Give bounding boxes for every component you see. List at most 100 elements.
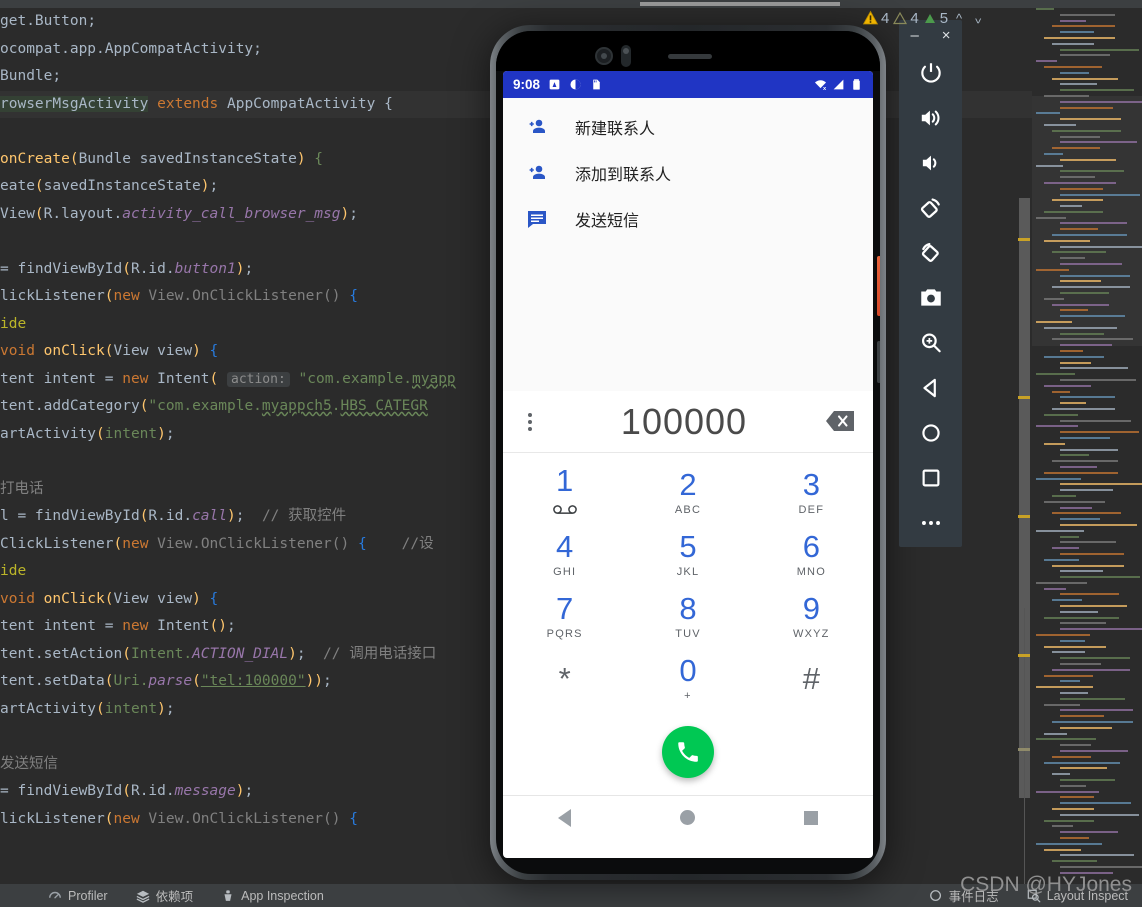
key-letters: GHI — [553, 565, 577, 578]
minimap-line — [1060, 726, 1112, 729]
gutter-warning-mark[interactable] — [1018, 515, 1030, 518]
back-icon — [922, 378, 936, 397]
kebab-menu-icon[interactable] — [517, 412, 543, 431]
minimap-line — [1060, 344, 1112, 347]
contact-action-menu[interactable]: 新建联系人 添加到联系人 发送短信 — [503, 98, 873, 258]
home-button[interactable] — [899, 410, 962, 455]
emulator-toolbar[interactable]: – × — [899, 20, 962, 547]
typo-count-group[interactable]: 5 — [922, 10, 948, 27]
inspection-widget[interactable]: 4 4 5 ^ ^ — [862, 5, 986, 31]
minimap-line — [1036, 790, 1099, 793]
minimap-line — [1060, 83, 1097, 86]
key-letters: JKL — [676, 565, 700, 578]
phone-call-icon — [678, 742, 698, 762]
minimap-line — [1036, 60, 1057, 63]
key-5[interactable]: 5 JKL — [626, 523, 749, 585]
code-minimap[interactable] — [1032, 8, 1142, 884]
call-button[interactable] — [662, 726, 714, 778]
android-nav-bar[interactable] — [503, 795, 873, 839]
screenshot-button[interactable] — [899, 275, 962, 320]
status-item-dependencies[interactable]: 依赖项 — [122, 886, 208, 905]
status-item-app-inspection[interactable]: App Inspection — [207, 889, 338, 903]
dialer-number[interactable]: 100000 — [543, 401, 825, 443]
status-item-event-log[interactable]: 事件日志 — [915, 886, 1013, 905]
android-emulator-window[interactable]: 9:08 x 新建联系人 添加到联系人 发送短信 100000 1 2 ABC … — [487, 20, 891, 883]
backspace-icon[interactable] — [825, 410, 859, 434]
power-icon — [920, 62, 941, 83]
weak-warning-count: 4 — [910, 9, 919, 27]
gutter-warning-mark[interactable] — [1018, 654, 1030, 657]
minimap-line — [1060, 750, 1128, 752]
volume-up-button[interactable] — [899, 95, 962, 140]
key-0[interactable]: 0 + — [626, 647, 749, 709]
power-button[interactable] — [899, 50, 962, 95]
battery-icon — [853, 79, 860, 90]
home-icon[interactable] — [679, 810, 695, 825]
zoom-button[interactable] — [899, 320, 962, 365]
minimap-line — [1060, 523, 1137, 526]
power-button[interactable] — [877, 341, 880, 383]
gutter-warning-mark[interactable] — [1018, 748, 1030, 751]
back-button[interactable] — [899, 365, 962, 410]
status-item-layout-inspector[interactable]: Layout Inspect — [1013, 889, 1142, 903]
key-9[interactable]: 9 WXYZ — [750, 585, 873, 647]
overview-button[interactable] — [899, 455, 962, 500]
rotate-right-button[interactable] — [899, 230, 962, 275]
menu-item-new-contact[interactable]: 新建联系人 — [503, 104, 873, 150]
weak-warning-count-group[interactable]: 4 — [892, 9, 919, 27]
recents-icon[interactable] — [804, 810, 819, 825]
minimap-line — [1036, 321, 1072, 324]
dialer-panel[interactable]: 100000 1 2 ABC 3 DEF 4 GHI 5 JKL 6 MNO 7… — [503, 391, 873, 839]
rotate-left-button[interactable] — [899, 185, 962, 230]
menu-item-send-sms[interactable]: 发送短信 — [503, 196, 873, 242]
minimap-line — [1044, 500, 1105, 503]
key-6[interactable]: 6 MNO — [750, 523, 873, 585]
key-3[interactable]: 3 DEF — [750, 461, 873, 523]
minimap-line — [1044, 239, 1090, 242]
status-item-profiler[interactable]: Profiler — [34, 889, 122, 903]
keypad-row: * 0 + # — [503, 647, 873, 709]
phone-bezel-top — [496, 31, 880, 71]
minimap-line — [1060, 541, 1116, 544]
key-1[interactable]: 1 — [503, 461, 626, 523]
gutter-warning-mark[interactable] — [1018, 238, 1030, 241]
menu-item-add-to-contact[interactable]: 添加到联系人 — [503, 150, 873, 196]
minimap-line — [1052, 407, 1115, 410]
earpiece-speaker — [668, 54, 712, 59]
android-status-bar: 9:08 x — [503, 71, 873, 98]
volume-button[interactable] — [877, 256, 880, 316]
more-button[interactable] — [899, 500, 962, 545]
minimap-line — [1060, 135, 1100, 138]
key-8[interactable]: 8 TUV — [626, 585, 749, 647]
dialer-keypad[interactable]: 1 2 ABC 3 DEF 4 GHI 5 JKL 6 MNO 7 PQRS 8… — [503, 453, 873, 709]
minimap-line — [1060, 367, 1128, 370]
minimap-line — [1060, 465, 1097, 468]
key-2[interactable]: 2 ABC — [626, 461, 749, 523]
back-icon[interactable] — [557, 808, 571, 827]
minimap-line — [1036, 8, 1054, 10]
warning-count-group[interactable]: 4 — [862, 10, 889, 27]
gutter-warning-mark[interactable] — [1018, 396, 1030, 399]
key-letters: + — [684, 689, 692, 702]
minimap-line — [1060, 332, 1104, 335]
key-digit: 3 — [802, 466, 820, 502]
svg-text:x: x — [823, 86, 827, 91]
minimap-line — [1052, 547, 1079, 550]
minimap-line — [1036, 112, 1060, 115]
key-4[interactable]: 4 GHI — [503, 523, 626, 585]
volume-down-button[interactable] — [899, 140, 962, 185]
menu-item-label: 新建联系人 — [575, 121, 656, 138]
emulator-screen[interactable]: 9:08 x 新建联系人 添加到联系人 发送短信 100000 1 2 ABC … — [503, 71, 873, 858]
minimap-line — [1052, 338, 1133, 341]
prev-problem-button[interactable]: ^ — [951, 11, 967, 26]
key-hash[interactable]: # — [750, 647, 873, 709]
key-digit: 6 — [802, 528, 820, 564]
ide-status-bar[interactable]: Profiler 依赖项 App Inspection 事件日志 Layout … — [0, 884, 1142, 907]
status-item-label: Layout Inspect — [1046, 888, 1128, 903]
next-problem-button[interactable]: ^ — [970, 11, 986, 26]
minimap-line — [1044, 703, 1080, 706]
key-star[interactable]: * — [503, 647, 626, 709]
key-7[interactable]: 7 PQRS — [503, 585, 626, 647]
minimap-line — [1052, 721, 1133, 724]
editor-gutter-marks[interactable] — [1016, 8, 1032, 888]
